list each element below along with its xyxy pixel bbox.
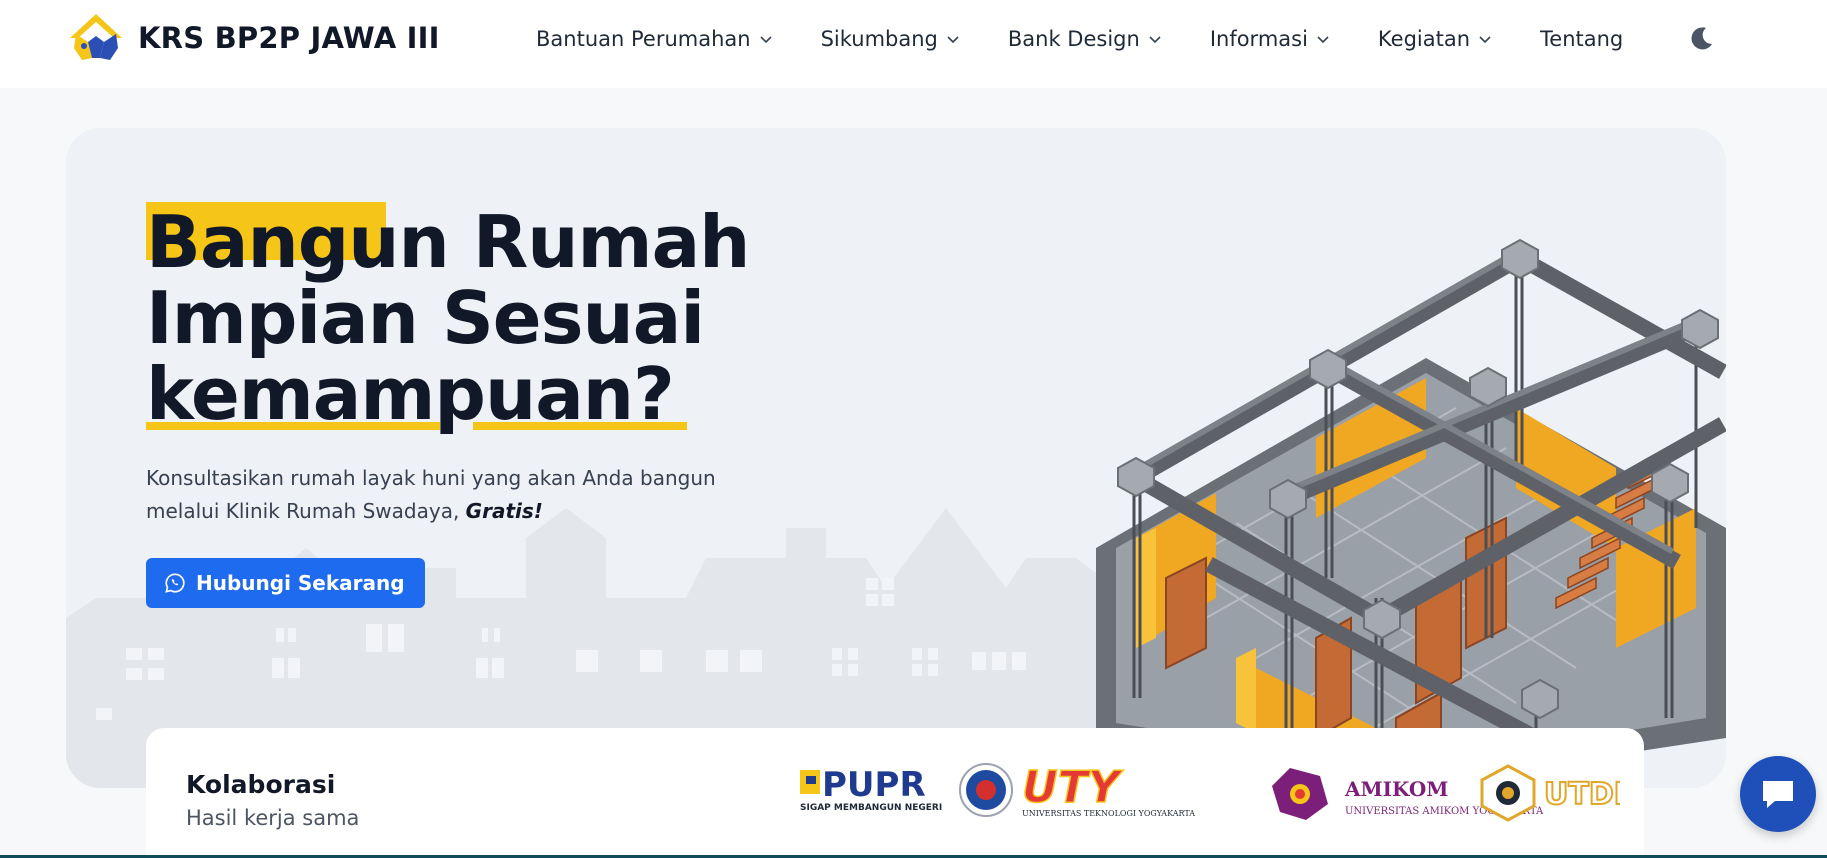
pupr-logo-caption: SIGAP MEMBANGUN NEGERI	[800, 803, 942, 813]
brand-title: KRS BP2P JAWA III	[138, 21, 440, 55]
utdi-logo: UTDI	[1480, 764, 1620, 822]
amikom-logo-text: AMIKOM	[1344, 777, 1448, 801]
collaboration-card: Kolaborasi Hasil kerja sama PUPR SIGAP M…	[146, 728, 1644, 858]
nav-item-label: Sikumbang	[820, 27, 938, 51]
nav-item-label: Kegiatan	[1377, 27, 1471, 51]
nav-bantuan-perumahan[interactable]: Bantuan Perumahan	[536, 27, 773, 51]
moon-icon[interactable]	[1688, 24, 1716, 52]
nav-sikumbang[interactable]: Sikumbang	[821, 27, 960, 51]
uty-logo-text: UTY	[1022, 762, 1124, 813]
nav-kegiatan[interactable]: Kegiatan	[1378, 27, 1492, 51]
chat-button[interactable]	[1740, 756, 1816, 832]
partner-logos: PUPR SIGAP MEMBANGUN NEGERI UTY UNIVERSI…	[800, 761, 1620, 822]
house-hands-logo	[70, 14, 122, 60]
whatsapp-icon	[165, 573, 185, 593]
chevron-down-icon	[947, 36, 959, 44]
uty-seal	[959, 763, 1013, 817]
pupr-logo: PUPR SIGAP MEMBANGUN NEGERI	[800, 765, 942, 813]
nav-item-label: Bank Design	[1007, 27, 1140, 51]
nav-informasi[interactable]: Informasi	[1210, 27, 1330, 51]
nav-tentang[interactable]: Tentang	[1540, 27, 1623, 51]
nav-item-label: Bantuan Perumahan	[536, 27, 751, 51]
hero-title-line-1: Bangun Rumah	[146, 200, 750, 284]
contact-now-label: Hubungi Sekarang	[196, 571, 405, 595]
uty-logo: UTY UNIVERSITAS TEKNOLOGI YOGYAKARTA	[1021, 761, 1195, 818]
hero-title-line-3: kemampuan?	[146, 356, 749, 432]
utdi-logo-text: UTDI	[1544, 777, 1620, 812]
chevron-down-icon	[1479, 36, 1491, 44]
top-navbar: KRS BP2P JAWA III Bantuan Perumahan Siku…	[0, 0, 1827, 88]
collaboration-title: Kolaborasi	[186, 770, 336, 799]
hero-title: Bangun Rumah Impian Sesuai kemampuan?	[146, 200, 750, 432]
uty-logo-caption: UNIVERSITAS TEKNOLOGI YOGYAKARTA	[1022, 809, 1195, 818]
nav-bank-design[interactable]: Bank Design	[1008, 27, 1162, 51]
chevron-down-icon	[1317, 36, 1329, 44]
hero-section: Bangun Rumah Impian Sesuai kemampuan? Ko…	[66, 128, 1726, 788]
main-nav: Bantuan Perumahan Sikumbang Bank Design …	[536, 22, 1671, 56]
chat-bubble-icon	[1763, 781, 1793, 808]
house-frame-illustration	[1096, 238, 1726, 788]
nav-item-label: Informasi	[1209, 27, 1308, 51]
pupr-logo-text: PUPR	[822, 765, 926, 805]
nav-item-label: Tentang	[1540, 27, 1624, 51]
contact-now-button[interactable]: Hubungi Sekarang	[146, 558, 425, 608]
hero-title-line-2: Impian Sesuai	[146, 276, 705, 360]
hero-description-emphasis: Gratis!	[465, 499, 543, 523]
brand[interactable]: KRS BP2P JAWA III	[66, 12, 440, 64]
chevron-down-icon	[1149, 36, 1161, 44]
chevron-down-icon	[760, 36, 772, 44]
collaboration-subtitle: Hasil kerja sama	[186, 806, 360, 830]
hero-description: Konsultasikan rumah layak huni yang akan…	[146, 466, 716, 523]
